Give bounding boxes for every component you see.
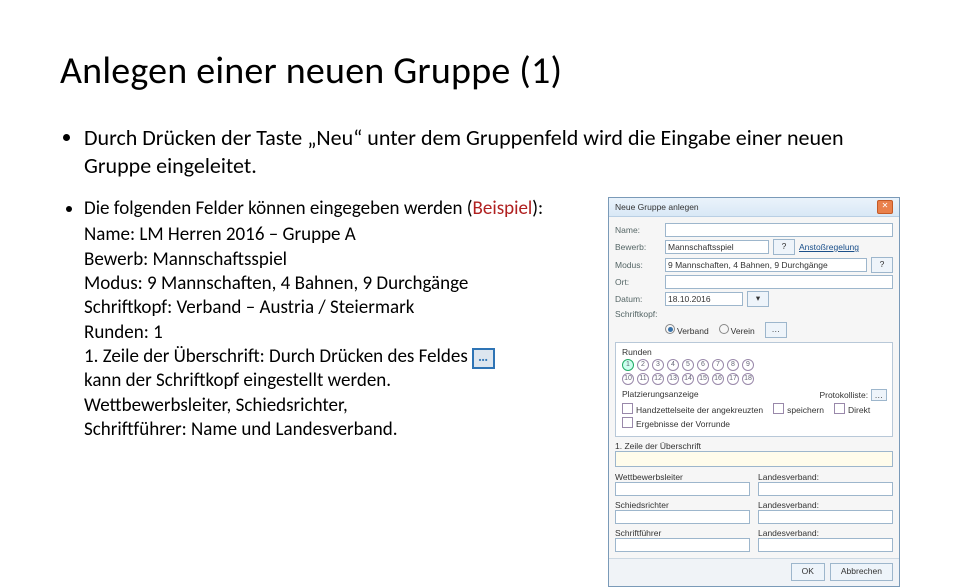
runde-dot[interactable]: 1 bbox=[622, 359, 634, 371]
lbl-direkt: Direkt bbox=[848, 405, 870, 415]
ellipsis-schriftkopf[interactable]: … bbox=[765, 322, 787, 338]
bullet-intro: Durch Drücken der Taste „Neu“ unter dem … bbox=[84, 124, 900, 179]
input-lv3[interactable] bbox=[758, 538, 893, 552]
runde-dot[interactable]: 17 bbox=[727, 373, 739, 385]
help-button-2[interactable]: ? bbox=[871, 257, 893, 273]
radio-verband[interactable] bbox=[665, 324, 675, 334]
slide-title: Anlegen einer neuen Gruppe (1) bbox=[60, 48, 900, 94]
lbl-datum: Datum: bbox=[615, 294, 661, 304]
input-lv1[interactable] bbox=[758, 482, 893, 496]
runde-dot[interactable]: 8 bbox=[727, 359, 739, 371]
field-name: Name: LM Herren 2016 – Gruppe A bbox=[84, 223, 594, 247]
runde-dot[interactable]: 7 bbox=[712, 359, 724, 371]
field-bewerb: Bewerb: Mannschaftsspiel bbox=[84, 248, 594, 272]
lbl-schieds: Schiedsrichter bbox=[615, 500, 750, 510]
ok-button[interactable]: OK bbox=[791, 563, 825, 581]
lbl-lv2: Landesverband: bbox=[758, 500, 893, 510]
input-datum[interactable]: 18.10.2016 bbox=[665, 292, 743, 306]
date-picker-button[interactable]: ▾ bbox=[747, 291, 769, 307]
input-wettbewerb[interactable] bbox=[615, 482, 750, 496]
dialog-title: Neue Gruppe anlegen bbox=[615, 202, 699, 212]
bullet2-intro-end: ): bbox=[532, 197, 543, 220]
field-zeile-b: kann der Schriftkopf eingestellt werden. bbox=[84, 369, 594, 393]
runde-dot[interactable]: 9 bbox=[742, 359, 754, 371]
lbl-platzierung: Platzierungsanzeige bbox=[622, 389, 699, 399]
runde-dot[interactable]: 13 bbox=[667, 373, 679, 385]
input-bewerb[interactable]: Mannschaftsspiel bbox=[665, 240, 769, 254]
ellipsis-protokoll[interactable]: … bbox=[871, 389, 888, 401]
lbl-verband: Verband bbox=[677, 326, 709, 336]
bullet-fields: Die folgenden Felder können eingegeben w… bbox=[84, 197, 594, 442]
check-ergebnisse[interactable] bbox=[622, 417, 633, 428]
runde-dot[interactable]: 4 bbox=[667, 359, 679, 371]
lbl-ergebnisse: Ergebnisse der Vorrunde bbox=[636, 419, 730, 429]
runde-dot[interactable]: 5 bbox=[682, 359, 694, 371]
runde-dot[interactable]: 10 bbox=[622, 373, 634, 385]
input-name[interactable] bbox=[665, 223, 893, 237]
field-rest2: Schriftführer: Name und Landesverband. bbox=[84, 418, 594, 442]
input-lv2[interactable] bbox=[758, 510, 893, 524]
lbl-wettbewerb: Wettbewerbsleiter bbox=[615, 472, 750, 482]
runde-dot[interactable]: 12 bbox=[652, 373, 664, 385]
lbl-schriftkopf: Schriftkopf: bbox=[615, 309, 661, 319]
bullet2-intro: Die folgenden Felder können eingegeben w… bbox=[84, 197, 473, 220]
lbl-handzettel: Handzettelseite der angekreuzten bbox=[636, 405, 763, 415]
close-icon[interactable]: ✕ bbox=[877, 200, 893, 214]
lbl-spieler: speichern bbox=[787, 405, 824, 415]
cancel-button[interactable]: Abbrechen bbox=[830, 563, 893, 581]
field-runden: Runden: 1 bbox=[84, 321, 594, 345]
field-modus: Modus: 9 Mannschaften, 4 Bahnen, 9 Durch… bbox=[84, 272, 594, 296]
radio-verein[interactable] bbox=[719, 324, 729, 334]
input-schieds[interactable] bbox=[615, 510, 750, 524]
lbl-modus: Modus: bbox=[615, 260, 661, 270]
dialog-new-group: Neue Gruppe anlegen ✕ Name: Bewerb: Mann… bbox=[608, 197, 900, 587]
runde-dot[interactable]: 2 bbox=[637, 359, 649, 371]
check-direkt[interactable] bbox=[834, 403, 845, 414]
input-zeile1[interactable] bbox=[615, 451, 893, 467]
lbl-ort: Ort: bbox=[615, 277, 661, 287]
lbl-lv1: Landesverband: bbox=[758, 472, 893, 482]
lbl-protokoll: Protokolliste: bbox=[819, 390, 868, 400]
field-schriftkopf: Schriftkopf: Verband – Austria / Steierm… bbox=[84, 296, 594, 320]
runde-dot[interactable]: 11 bbox=[637, 373, 649, 385]
check-speichern[interactable] bbox=[773, 403, 784, 414]
runde-dot[interactable]: 6 bbox=[697, 359, 709, 371]
lbl-lv3: Landesverband: bbox=[758, 528, 893, 538]
runde-dot[interactable]: 16 bbox=[712, 373, 724, 385]
lbl-runden: Runden bbox=[622, 347, 887, 357]
lbl-name: Name: bbox=[615, 225, 661, 235]
example-label: Beispiel bbox=[473, 197, 533, 220]
field-zeile-a: 1. Zeile der Überschrift: Durch Drücken … bbox=[84, 345, 468, 368]
runde-dot[interactable]: 14 bbox=[682, 373, 694, 385]
lbl-bewerb: Bewerb: bbox=[615, 242, 661, 252]
help-button[interactable]: ? bbox=[773, 239, 795, 255]
ellipsis-button[interactable]: … bbox=[472, 348, 495, 369]
field-rest1: Wettbewerbsleiter, Schiedsrichter, bbox=[84, 394, 594, 418]
lbl-zeile1: 1. Zeile der Überschrift bbox=[615, 441, 893, 451]
input-schriftf[interactable] bbox=[615, 538, 750, 552]
lbl-verein: Verein bbox=[731, 326, 755, 336]
link-anstoss[interactable]: Anstoßregelung bbox=[799, 242, 859, 252]
runde-dot[interactable]: 3 bbox=[652, 359, 664, 371]
input-ort[interactable] bbox=[665, 275, 893, 289]
check-handzettel[interactable] bbox=[622, 403, 633, 414]
runde-dot[interactable]: 18 bbox=[742, 373, 754, 385]
lbl-schriftf: Schriftführer bbox=[615, 528, 750, 538]
input-modus[interactable]: 9 Mannschaften, 4 Bahnen, 9 Durchgänge bbox=[665, 258, 867, 272]
runde-dot[interactable]: 15 bbox=[697, 373, 709, 385]
